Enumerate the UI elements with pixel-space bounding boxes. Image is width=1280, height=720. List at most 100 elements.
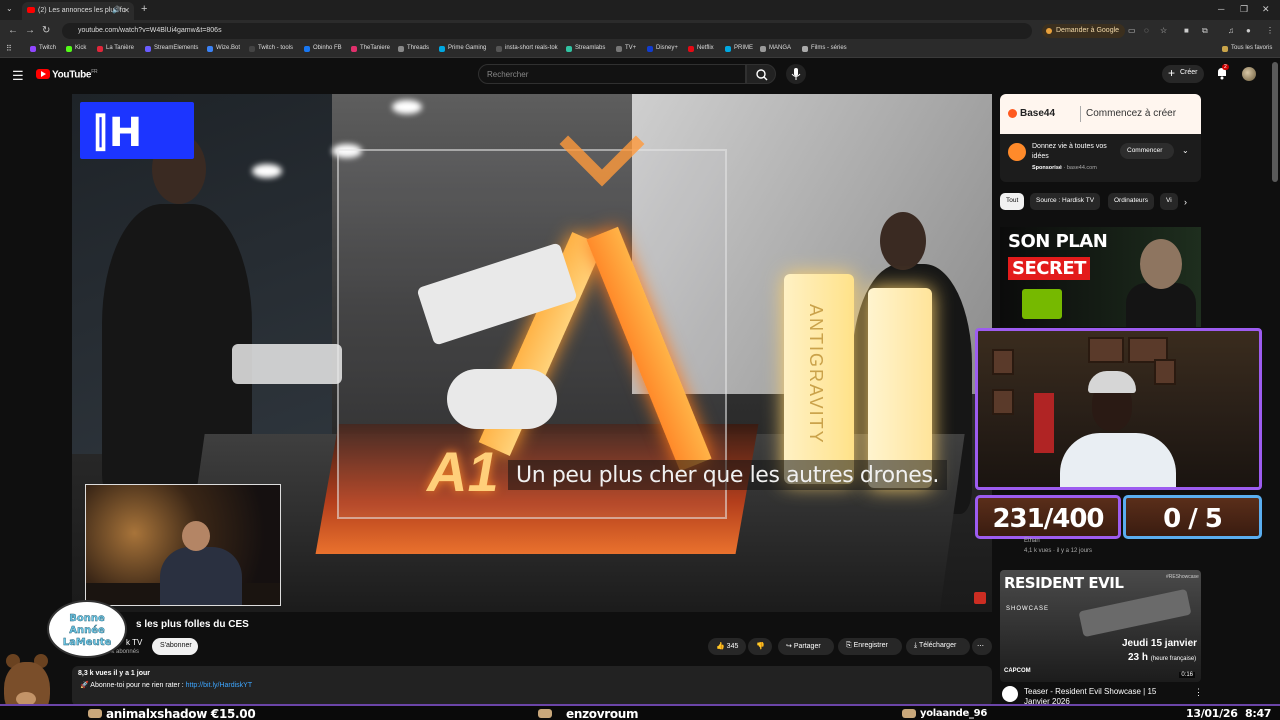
like-count: 345 bbox=[726, 643, 739, 650]
bookmark-streamlabs[interactable]: Streamlabs bbox=[566, 45, 605, 52]
back-icon[interactable]: ← bbox=[8, 25, 18, 36]
browser-toolbar: ← → ↻ youtube.com/watch?v=W4BlUi4gamw&t=… bbox=[0, 20, 1280, 42]
hide-icon[interactable]: ◌ bbox=[1144, 26, 1149, 35]
subscribe-button[interactable]: S'abonner bbox=[152, 638, 198, 655]
youtube-header: ☰ YouTubeFR Rechercher Créer 2 bbox=[0, 59, 1280, 91]
more-vertical-icon[interactable]: ⋮ bbox=[1194, 687, 1203, 698]
more-horizontal-icon: ⋯ bbox=[977, 643, 984, 650]
related-video-thumbnail-2[interactable]: RESIDENT EVIL SHOWCASE #REShowcase Jeudi… bbox=[1000, 570, 1201, 682]
extensions-puzzle-icon[interactable]: ⧉ bbox=[1202, 26, 1208, 36]
download-button[interactable]: ⤓ Télécharger bbox=[906, 638, 970, 655]
browser-tab[interactable]: (2) Les annonces les plus fo 🔊 ✕ bbox=[22, 2, 134, 20]
ad-cta-button[interactable]: Commencer bbox=[1120, 143, 1174, 159]
channel-name[interactable]: k TV bbox=[126, 638, 142, 647]
bookmark-prime[interactable]: PRIME bbox=[725, 45, 753, 52]
search-input[interactable]: Rechercher bbox=[478, 64, 746, 84]
streamer-cap bbox=[1088, 371, 1136, 393]
ticker-donation: animalxshadow €15.00 bbox=[106, 707, 256, 720]
scene-a1-text: A1 bbox=[422, 440, 506, 503]
hamburger-menu-icon[interactable]: ☰ bbox=[12, 68, 24, 84]
webcam-person-body bbox=[160, 547, 242, 605]
thumbnail-title: RESIDENT EVIL bbox=[1004, 574, 1124, 592]
reload-icon[interactable]: ↻ bbox=[42, 25, 50, 36]
related-video-thumbnail[interactable]: SON PLAN SECRET bbox=[1000, 227, 1201, 327]
apps-icon[interactable]: ⠿ bbox=[6, 44, 12, 53]
chevron-right-icon[interactable]: › bbox=[1184, 197, 1187, 207]
bookmark-insta-short[interactable]: insta-short reals-tok bbox=[496, 45, 558, 52]
sidebar-ad[interactable]: Base44 Commencez à créer Donnez vie à to… bbox=[1000, 94, 1201, 182]
bookmark-twitch-tools[interactable]: Twitch - tools bbox=[249, 45, 293, 52]
download-icon: ⤓ bbox=[914, 642, 918, 649]
scene-drones-display bbox=[232, 344, 342, 384]
bookmark-netflix[interactable]: Netflix bbox=[688, 45, 714, 52]
youtube-logo-icon[interactable] bbox=[36, 69, 50, 79]
new-tab-icon[interactable]: + bbox=[141, 3, 147, 15]
speech-bubble-text: Bonne Année LaMeute bbox=[62, 613, 112, 648]
thumbnail-date: Jeudi 15 janvier bbox=[1122, 638, 1198, 649]
scene-person-head bbox=[880, 212, 926, 270]
minimize-icon[interactable]: ─ bbox=[1218, 4, 1224, 14]
create-button[interactable]: Créer bbox=[1162, 65, 1204, 83]
ad-advertiser-avatar bbox=[1008, 143, 1026, 161]
bookmark-icon: ⎘ bbox=[846, 642, 852, 649]
chip-more[interactable]: Vi bbox=[1160, 193, 1178, 210]
tab-list-icon[interactable]: ⌄ bbox=[6, 4, 13, 13]
bookmark-disney-plus[interactable]: Disney+ bbox=[647, 45, 678, 52]
media-icon[interactable]: ♫ bbox=[1228, 26, 1234, 35]
bookmark-wizebot[interactable]: Wize.Bot bbox=[207, 45, 240, 52]
more-actions-button[interactable]: ⋯ bbox=[972, 638, 992, 655]
speaker-icon[interactable]: 🔊 bbox=[112, 6, 121, 14]
youtube-branding-icon[interactable] bbox=[974, 592, 986, 604]
bookmark-kick[interactable]: Kick bbox=[66, 45, 86, 52]
extension-icon[interactable]: ■ bbox=[1184, 26, 1189, 35]
description-meta: 8,3 k vues il y a 1 jour bbox=[78, 670, 150, 677]
scene-light bbox=[252, 164, 282, 178]
star-icon[interactable]: ☆ bbox=[1160, 26, 1167, 35]
bookmark-thetaniere[interactable]: TheTaniere bbox=[351, 45, 390, 52]
chip-all[interactable]: Tout bbox=[1000, 193, 1025, 210]
related-video-channel[interactable]: Ethan bbox=[1024, 538, 1040, 544]
webcam-person-head bbox=[182, 521, 210, 551]
bookmark-obinho-fb[interactable]: Obinho FB bbox=[304, 45, 342, 52]
forward-icon[interactable]: → bbox=[25, 25, 35, 36]
bookmark-all-favorites[interactable]: Tous les favoris bbox=[1222, 45, 1272, 52]
address-bar[interactable]: youtube.com/watch?v=W4BlUi4gamw&t=806s bbox=[62, 23, 1032, 39]
maximize-icon[interactable]: ❐ bbox=[1240, 4, 1248, 15]
close-window-icon[interactable]: ✕ bbox=[1262, 4, 1270, 15]
search-button[interactable] bbox=[746, 64, 776, 84]
description-link[interactable]: http://bit.ly/HardiskYT bbox=[186, 682, 253, 689]
ask-google-button[interactable]: Demander à Google bbox=[1042, 24, 1126, 38]
dislike-button[interactable]: 👎 bbox=[748, 638, 772, 655]
ticker-time: 8:47 bbox=[1245, 707, 1272, 720]
bookmark-twitch[interactable]: Twitch bbox=[30, 45, 56, 52]
page-scrollbar[interactable] bbox=[1272, 62, 1278, 182]
close-tab-icon[interactable]: ✕ bbox=[123, 6, 130, 15]
chip-computers[interactable]: Ordinateurs bbox=[1108, 193, 1154, 210]
bookmark-films-series[interactable]: Films - séries bbox=[802, 45, 847, 52]
profile-icon[interactable]: ● bbox=[1246, 26, 1251, 35]
voice-search-button[interactable] bbox=[786, 64, 806, 84]
like-button[interactable]: 👍 345 bbox=[708, 638, 746, 655]
wall-frame bbox=[992, 349, 1014, 375]
account-avatar[interactable] bbox=[1242, 67, 1256, 81]
chrome-menu-icon[interactable]: ⋮ bbox=[1266, 26, 1274, 35]
install-icon[interactable]: ▭ bbox=[1128, 26, 1136, 35]
streamer-body bbox=[1060, 433, 1176, 487]
bookmark-streamelements[interactable]: StreamElements bbox=[145, 45, 198, 52]
youtube-logo-text[interactable]: YouTubeFR bbox=[52, 69, 98, 80]
chevron-down-icon[interactable]: ⌄ bbox=[1182, 146, 1189, 155]
share-button[interactable]: ↪ Partager bbox=[778, 638, 834, 655]
bookmark-threads[interactable]: Threads bbox=[398, 45, 429, 52]
chip-source[interactable]: Source : Hardisk TV bbox=[1030, 193, 1101, 210]
bookmark-tv-plus[interactable]: TV+ bbox=[616, 45, 636, 52]
subscriber-icon bbox=[902, 709, 916, 718]
microphone-icon bbox=[791, 68, 801, 80]
channel-watermark-logo: ⫿H bbox=[80, 102, 194, 159]
save-button[interactable]: ⎘ Enregistrer bbox=[838, 638, 902, 655]
ad-brand: Base44 bbox=[1008, 108, 1055, 119]
bookmark-la-taniere[interactable]: La Tanière bbox=[97, 45, 134, 52]
bookmark-prime-gaming[interactable]: Prime Gaming bbox=[439, 45, 486, 52]
bookmark-manga[interactable]: MANGA bbox=[760, 45, 791, 52]
channel-avatar[interactable] bbox=[1002, 686, 1018, 702]
thumbs-down-icon: 👎 bbox=[756, 643, 765, 650]
